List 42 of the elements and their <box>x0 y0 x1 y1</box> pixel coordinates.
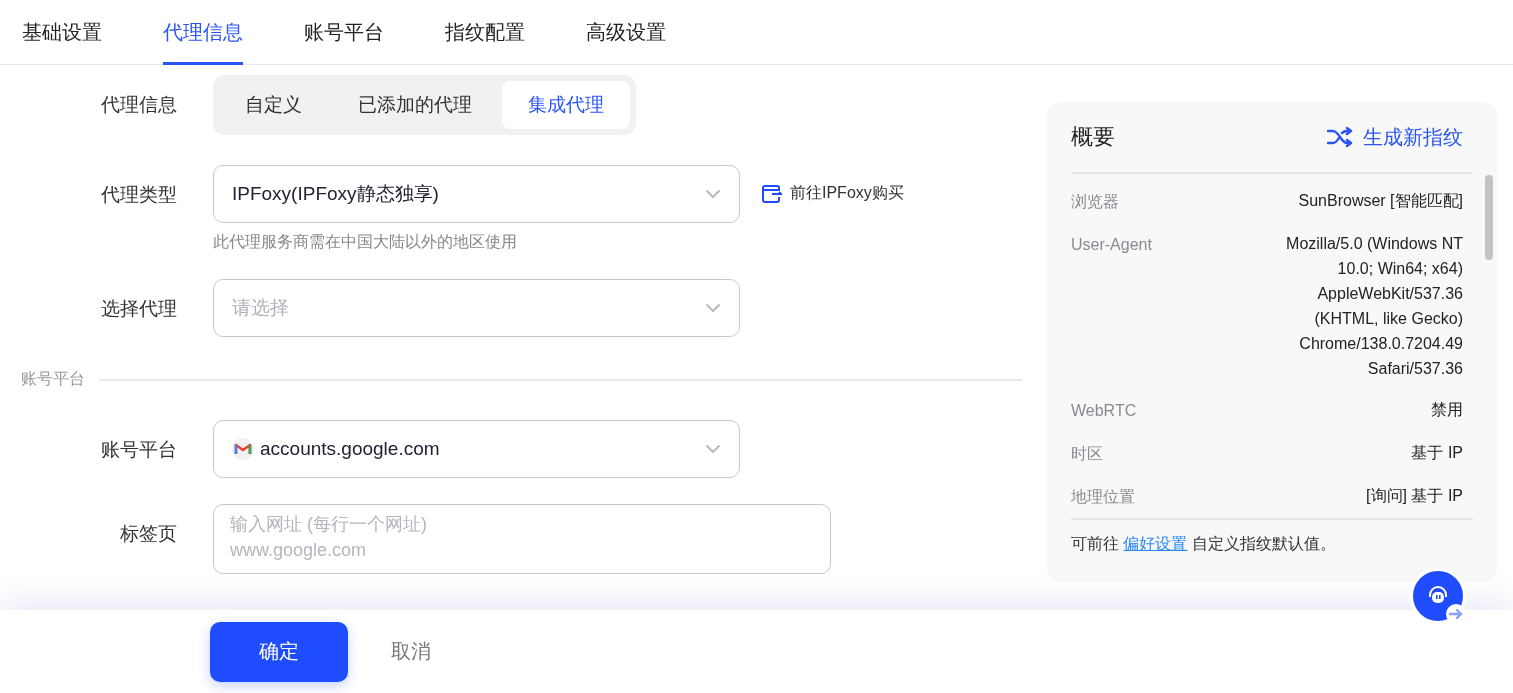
field-label: 标签页 <box>119 522 178 546</box>
chevron-down-icon <box>705 444 721 454</box>
external-window-icon <box>762 184 782 203</box>
segment-option[interactable]: 自定义 <box>219 81 328 129</box>
property-label: User-Agent <box>1071 235 1152 255</box>
segment-option[interactable]: 已添加的代理 <box>332 81 498 129</box>
confirm-button[interactable]: 确定 <box>210 621 348 682</box>
url-field[interactable]: 输入网址 (每行一个网址) www.google.com <box>213 504 831 574</box>
property-value: SunBrowser [智能匹配] <box>1298 191 1464 211</box>
hint-text: 此代理服务商需在中国大陆以外的地区使用 <box>213 232 518 252</box>
field-label: 选择代理 <box>100 297 178 321</box>
shuffle-icon <box>1327 127 1353 147</box>
mail-icon <box>232 438 254 460</box>
property-value: Mozilla/5.0 (Windows NT 10.0; Win64; x64) AppleWebKit/537.36 (KHTML, like Gecko) Chrome/138.0.7204.49 Safari/537.36 <box>1285 234 1464 379</box>
property-label: WebRTC <box>1071 401 1137 421</box>
property-label: 浏览器 <box>1071 192 1119 212</box>
property-label: 地理位置 <box>1071 487 1135 507</box>
tab[interactable]: 高级设置 <box>586 0 666 65</box>
proxy-type-select[interactable]: IPFoxy(IPFoxy静态独享) <box>213 165 740 223</box>
tab[interactable]: 指纹配置 <box>445 0 525 65</box>
purchase-link[interactable]: 前往IPFoxy购买 <box>762 183 904 204</box>
tab[interactable]: 代理信息 <box>163 0 243 65</box>
panel-title: 概要 <box>1071 123 1115 151</box>
platform-select[interactable]: accounts.google.com <box>213 420 740 478</box>
tab[interactable]: 账号平台 <box>304 0 384 65</box>
generate-button[interactable]: 生成新指纹 <box>1327 123 1473 151</box>
tab[interactable]: 基础设置 <box>22 0 102 65</box>
field-label: 账号平台 <box>100 438 178 462</box>
property-label: 时区 <box>1071 444 1103 464</box>
scrollbar-thumb[interactable] <box>1485 175 1493 260</box>
field-label: 代理信息 <box>100 93 178 117</box>
preferences-note: 可前往 偏好设置 自定义指纹默认值。 <box>1071 534 1337 554</box>
segment-option[interactable]: 集成代理 <box>502 81 630 129</box>
property-value: 禁用 <box>1431 400 1464 420</box>
property-value: 基于 IP <box>1411 443 1464 463</box>
arrow-right-icon <box>1449 608 1463 620</box>
property-value: [询问] 基于 IP <box>1366 486 1464 506</box>
chevron-down-icon <box>705 189 721 199</box>
chevron-down-icon <box>705 303 721 313</box>
cancel-button[interactable]: 取消 <box>385 637 437 666</box>
field-label: 代理类型 <box>100 183 178 207</box>
section-title: 账号平台 <box>21 369 85 389</box>
